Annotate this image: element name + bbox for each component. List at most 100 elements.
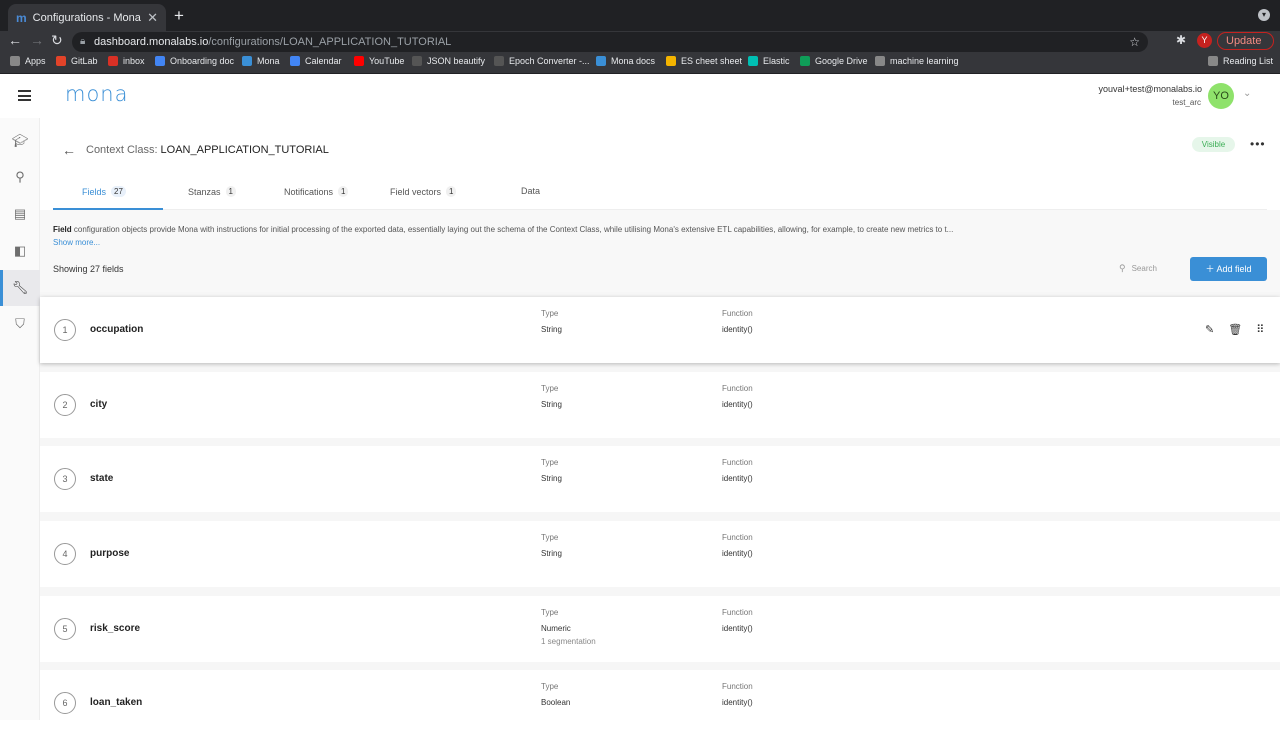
bookmark-item[interactable]: Onboarding doc	[155, 56, 234, 66]
bookmark-item[interactable]: Mona docs	[596, 56, 655, 66]
browser-tab-bar: m Configurations - Mona ✕ + ▾	[0, 0, 1280, 31]
field-function: identity()	[722, 698, 753, 707]
type-label: Type	[541, 458, 559, 467]
forward-icon[interactable]: →	[30, 32, 44, 48]
bookmark-item[interactable]: JSON beautify	[412, 56, 485, 66]
type-label: Type	[541, 608, 559, 617]
sidebar-item-insights[interactable]: ▤	[11, 205, 29, 223]
field-type: Boolean	[541, 698, 571, 707]
update-button[interactable]: Update	[1217, 32, 1274, 50]
field-type: String	[541, 325, 562, 334]
url-field[interactable]: 🔒︎ dashboard.monalabs.io/configurations/…	[72, 32, 1148, 52]
bookmark-label: Apps	[25, 56, 46, 66]
browser-tab[interactable]: m Configurations - Mona ✕	[8, 4, 166, 31]
bookmark-label: ES cheet sheet	[681, 56, 743, 66]
reading-list[interactable]: Reading List	[1208, 56, 1273, 66]
field-function: identity()	[722, 325, 753, 334]
field-row[interactable]: 5 risk_score Type Numeric Function identity()…	[40, 596, 1280, 662]
type-label: Type	[541, 682, 559, 691]
bookmark-label: YouTube	[369, 56, 405, 66]
field-name: purpose	[90, 548, 130, 559]
function-label: Function	[722, 608, 753, 617]
bookmark-item[interactable]: inbox	[108, 56, 145, 66]
bookmark-item[interactable]: GitLab	[56, 56, 98, 66]
bookmark-star-icon[interactable]: ☆	[1129, 32, 1140, 52]
field-row[interactable]: 4 purpose Type String Function identity()	[40, 521, 1280, 587]
bookmark-item[interactable]: Elastic	[748, 56, 790, 66]
context-class-name: LOAN_APPLICATION_TUTORIAL	[160, 144, 329, 156]
bookmark-label: GitLab	[71, 56, 98, 66]
function-label: Function	[722, 458, 753, 467]
bookmark-label: machine learning	[890, 56, 959, 66]
bookmark-item[interactable]: Epoch Converter -...	[494, 56, 590, 66]
tab-data[interactable]: Data	[521, 186, 540, 196]
tab-notifications[interactable]: Notifications 1	[284, 186, 349, 197]
sidebar-item-investigate[interactable]: ⚲	[11, 168, 29, 186]
bookmark-item[interactable]: Calendar	[290, 56, 342, 66]
field-row[interactable]: 2 city Type String Function identity()	[40, 372, 1280, 438]
sidebar-item-configurations[interactable]: 🔧︎	[11, 279, 29, 297]
field-number: 4	[54, 543, 76, 565]
bookmark-favicon-icon	[354, 56, 364, 66]
tab-fields[interactable]: Fields 27	[82, 186, 126, 197]
mona-favicon-icon: m	[16, 10, 27, 25]
bookmark-label: JSON beautify	[427, 56, 486, 66]
back-arrow-icon[interactable]: ←	[62, 142, 76, 158]
visible-badge[interactable]: Visible	[1192, 137, 1235, 152]
tab-field-vectors[interactable]: Field vectors 1	[390, 186, 457, 197]
add-field-label: Add field	[1216, 264, 1252, 274]
bookmark-item[interactable]: Google Drive	[800, 56, 868, 66]
tab-stanzas[interactable]: Stanzas 1	[188, 186, 236, 197]
function-label: Function	[722, 533, 753, 542]
add-field-button[interactable]: ＋ Add field	[1190, 257, 1267, 281]
user-avatar[interactable]: YO	[1208, 83, 1234, 109]
more-options-icon[interactable]: •••	[1250, 137, 1266, 151]
field-function: identity()	[722, 549, 753, 558]
bookmark-item[interactable]: machine learning	[875, 56, 959, 66]
chevron-down-icon[interactable]: ⌄	[1243, 88, 1251, 99]
field-function: identity()	[722, 400, 753, 409]
menu-icon[interactable]	[18, 90, 31, 101]
field-number: 5	[54, 618, 76, 640]
tab-search-icon[interactable]: ▾	[1258, 9, 1270, 21]
field-row[interactable]: 6 loan_taken Type Boolean Function identity()	[40, 670, 1280, 736]
bookmark-item[interactable]: ES cheet sheet	[666, 56, 742, 66]
field-number: 6	[54, 692, 76, 714]
bookmark-item[interactable]: YouTube	[354, 56, 404, 66]
function-label: Function	[722, 682, 753, 691]
bookmark-favicon-icon	[290, 56, 300, 66]
reload-icon[interactable]: ↻	[51, 32, 63, 49]
show-more-link[interactable]: Show more...	[53, 238, 100, 247]
field-row[interactable]: 1 occupation Type String Function identity() ✎…	[40, 297, 1280, 363]
tab-count: 1	[338, 186, 349, 197]
new-tab-icon[interactable]: +	[174, 6, 184, 26]
bookmark-item[interactable]: Apps	[10, 56, 46, 66]
config-tabs: Fields 27 Stanzas 1 Notifications 1 Field v…	[53, 174, 1267, 210]
mona-logo[interactable]: mona	[65, 82, 128, 106]
back-icon[interactable]: ←	[8, 32, 22, 48]
delete-icon[interactable]: 🗑︎	[1228, 323, 1242, 336]
bookmark-favicon-icon	[155, 56, 165, 66]
sidebar-item-learn[interactable]: 🎓︎	[11, 132, 29, 150]
tab-label: Field vectors	[390, 186, 442, 197]
drag-handle-icon[interactable]: ⠿	[1256, 323, 1264, 336]
extensions-icon[interactable]: ✱	[1176, 33, 1186, 47]
bookmark-item[interactable]: Mona	[242, 56, 280, 66]
browser-tab-title: Configurations - Mona	[32, 11, 141, 24]
shield-icon: ⛉	[15, 316, 25, 331]
reading-list-icon	[1208, 56, 1218, 66]
close-tab-icon[interactable]: ✕	[147, 10, 158, 26]
field-type: String	[541, 549, 562, 558]
field-row[interactable]: 3 state Type String Function identity()	[40, 446, 1280, 512]
bookmark-label: Elastic	[763, 56, 790, 66]
type-label: Type	[541, 533, 559, 542]
sidebar-item-compare[interactable]: ◧	[11, 242, 29, 260]
bookmark-label: Mona	[257, 56, 280, 66]
url-path: /configurations/LOAN_APPLICATION_TUTORIA…	[208, 36, 452, 48]
sidebar-item-security[interactable]: ⛉	[11, 315, 29, 333]
row-actions: ✎ 🗑︎ ⠿	[1205, 323, 1264, 336]
wrench-icon: 🔧︎	[11, 280, 29, 295]
search-field[interactable]: ⚲ Search	[1119, 263, 1157, 274]
profile-avatar[interactable]: Y	[1197, 33, 1212, 48]
edit-icon[interactable]: ✎	[1205, 323, 1214, 336]
